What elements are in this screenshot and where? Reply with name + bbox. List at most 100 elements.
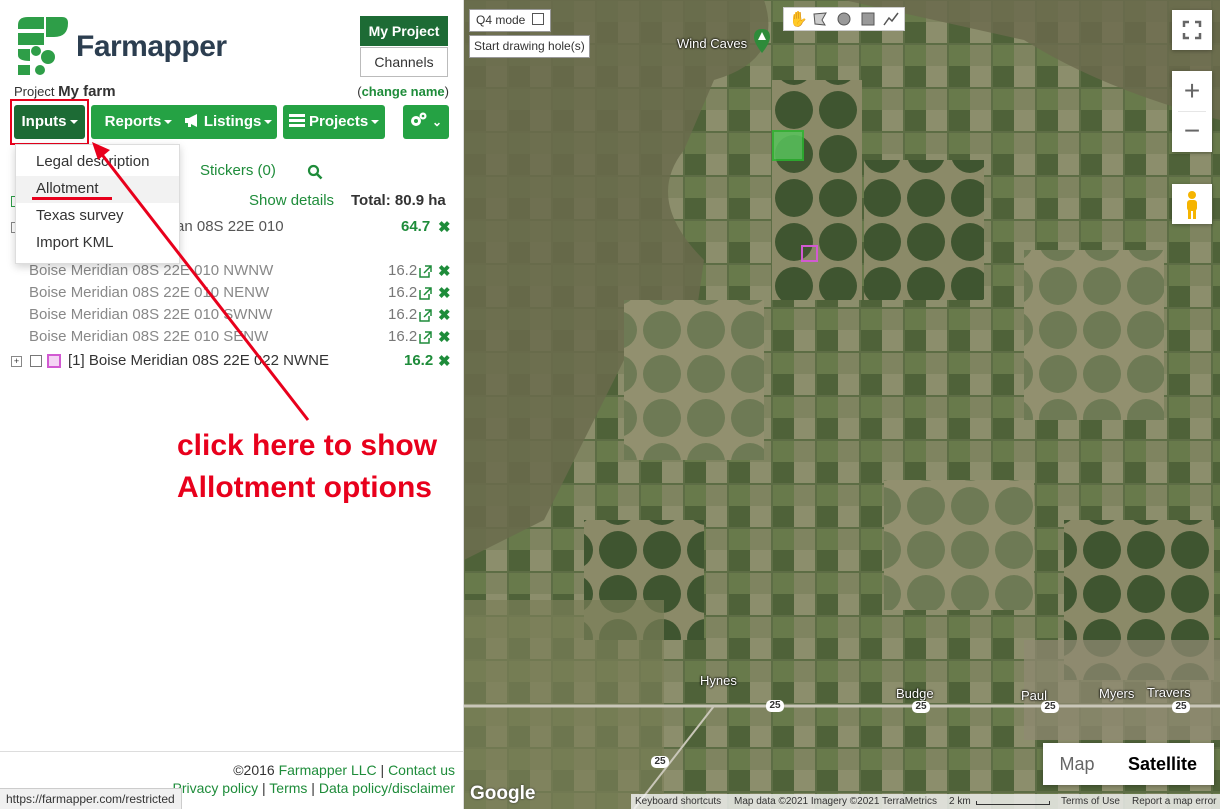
list-icon: [288, 114, 305, 127]
status-bar-url: https://farmapper.com/restricted: [0, 788, 182, 809]
map-label-travers: Travers: [1147, 685, 1191, 700]
map-label-budge: Budge: [896, 686, 934, 701]
data-policy-link[interactable]: Data policy/disclaimer: [319, 780, 455, 796]
hand-icon[interactable]: ✋: [789, 10, 808, 28]
drawing-toolbar: ✋: [783, 7, 905, 31]
start-drawing-hole-button[interactable]: Start drawing hole(s): [469, 35, 590, 58]
brand-name: Farmapper: [76, 30, 227, 63]
footer-line-2: Privacy policy | Terms | Data policy/dis…: [172, 780, 455, 796]
external-link-icon[interactable]: [419, 287, 432, 300]
remove-icon[interactable]: ✖: [438, 218, 451, 236]
route-shield: 25: [1172, 701, 1190, 713]
map-data-text: Map data ©2021 Imagery ©2021 TerraMetric…: [734, 796, 937, 807]
map-type-map[interactable]: Map: [1043, 743, 1111, 785]
external-link-icon[interactable]: [419, 331, 432, 344]
privacy-link[interactable]: Privacy policy: [173, 780, 259, 796]
zoom-in-button[interactable]: +: [1172, 71, 1212, 111]
rectangle-icon[interactable]: [861, 12, 875, 26]
route-shield: 25: [766, 700, 784, 712]
remove-icon[interactable]: ✖: [438, 284, 451, 302]
list-item: Boise Meridian 08S 22E 010 SWNW: [29, 306, 273, 323]
route-shield: 25: [912, 701, 930, 713]
company-link[interactable]: Farmapper LLC: [279, 762, 377, 778]
settings-button[interactable]: ⌄: [403, 105, 449, 139]
scale-bar: [976, 801, 1050, 805]
parcel-parent-label: an 08S 22E 010: [176, 218, 284, 235]
chevron-down-icon: ⌄: [432, 115, 443, 129]
parcel-value: 16.2: [388, 262, 418, 279]
menu-item-texas-survey[interactable]: Texas survey: [36, 207, 124, 224]
report-map-error-link[interactable]: Report a map error: [1132, 794, 1216, 809]
route-shield: 25: [651, 756, 669, 768]
polygon-icon[interactable]: [813, 12, 827, 26]
parcel-parent-value: 64.7: [401, 218, 431, 235]
contact-link[interactable]: Contact us: [388, 762, 455, 778]
checkbox[interactable]: [30, 355, 42, 367]
remove-icon[interactable]: ✖: [438, 262, 451, 280]
remove-icon[interactable]: ✖: [438, 352, 451, 370]
project-switcher: My Project Channels: [360, 16, 448, 77]
selected-parcel-green: [772, 130, 804, 161]
scale-label[interactable]: 2 km: [949, 794, 971, 809]
tab-stickers[interactable]: Stickers (0): [200, 162, 276, 179]
expand-icon[interactable]: +: [11, 356, 22, 367]
inputs-dropdown-menu: Legal description Allotment Texas survey…: [15, 144, 180, 264]
park-marker-icon[interactable]: [753, 28, 771, 54]
zoom-out-button[interactable]: −: [1172, 112, 1212, 152]
bullhorn-icon: [184, 114, 197, 127]
terms-link[interactable]: Terms: [269, 780, 307, 796]
sidebar: Farmapper My Project Channels Project My…: [0, 0, 464, 809]
circle-icon[interactable]: [837, 12, 851, 26]
list-item: Boise Meridian 08S 22E 010 NWNW: [29, 262, 274, 279]
footer-divider: [0, 751, 463, 752]
remove-icon[interactable]: ✖: [438, 306, 451, 324]
remove-icon[interactable]: ✖: [438, 328, 451, 346]
total-area: Total: 80.9 ha: [351, 192, 446, 209]
my-project-button[interactable]: My Project: [360, 16, 448, 46]
color-swatch: [47, 354, 61, 368]
zoom-control: + −: [1172, 71, 1212, 152]
route-shield: 25: [1041, 701, 1059, 713]
q4-checkbox[interactable]: [531, 13, 544, 25]
menu-item-legal-description[interactable]: Legal description: [36, 153, 149, 170]
parcel-value: 16.2: [388, 328, 418, 345]
annotation-text: click here to show Allotment options: [177, 429, 438, 504]
reports-button[interactable]: Reports: [91, 105, 186, 139]
terms-of-use-link[interactable]: Terms of Use: [1061, 794, 1120, 809]
farmapper-logo: [18, 17, 68, 75]
listings-button[interactable]: Listings: [179, 105, 277, 139]
street-view-pegman[interactable]: [1172, 184, 1212, 224]
map-attribution: Keyboard shortcuts Map data ©2021 Imager…: [631, 794, 1220, 809]
parcel-value: 16.2: [388, 284, 418, 301]
keyboard-shortcuts-link[interactable]: Keyboard shortcuts: [635, 794, 721, 809]
caret-down-icon: [371, 120, 380, 125]
parcel-value: 16.2: [404, 352, 434, 369]
google-logo: Google: [470, 783, 536, 804]
caret-down-icon: [164, 120, 173, 125]
map-type-satellite[interactable]: Satellite: [1111, 743, 1214, 785]
annotation-highlight-box: [10, 99, 89, 145]
q4-mode-toggle[interactable]: Q4 mode: [469, 9, 551, 32]
fullscreen-icon: [1182, 20, 1202, 40]
project-name: My farm: [58, 83, 116, 100]
list-item: [1] Boise Meridian 08S 22E 022 NWNE: [68, 352, 329, 369]
project-label: Project: [14, 84, 55, 99]
list-item: Boise Meridian 08S 22E 010 SENW: [29, 328, 269, 345]
fullscreen-button[interactable]: [1172, 10, 1212, 50]
annotation-underline: [32, 197, 112, 200]
footer-line-1: ©2016 Farmapper LLC | Contact us: [233, 762, 455, 778]
search-icon[interactable]: [307, 164, 323, 180]
change-name-link[interactable]: change name: [362, 84, 445, 99]
menu-item-import-kml[interactable]: Import KML: [36, 234, 114, 251]
show-details-link[interactable]: Show details: [249, 192, 334, 209]
gears-icon: [410, 112, 427, 126]
channels-button[interactable]: Channels: [360, 47, 448, 77]
external-link-icon[interactable]: [419, 309, 432, 322]
project-line: Project My farm: [14, 83, 116, 100]
external-link-icon[interactable]: [419, 265, 432, 278]
map-label-wind-caves: Wind Caves: [677, 36, 748, 51]
line-icon[interactable]: [883, 12, 899, 26]
projects-button[interactable]: Projects: [283, 105, 385, 139]
map-label-myers: Myers: [1099, 686, 1135, 701]
menu-item-allotment[interactable]: Allotment: [36, 180, 99, 197]
